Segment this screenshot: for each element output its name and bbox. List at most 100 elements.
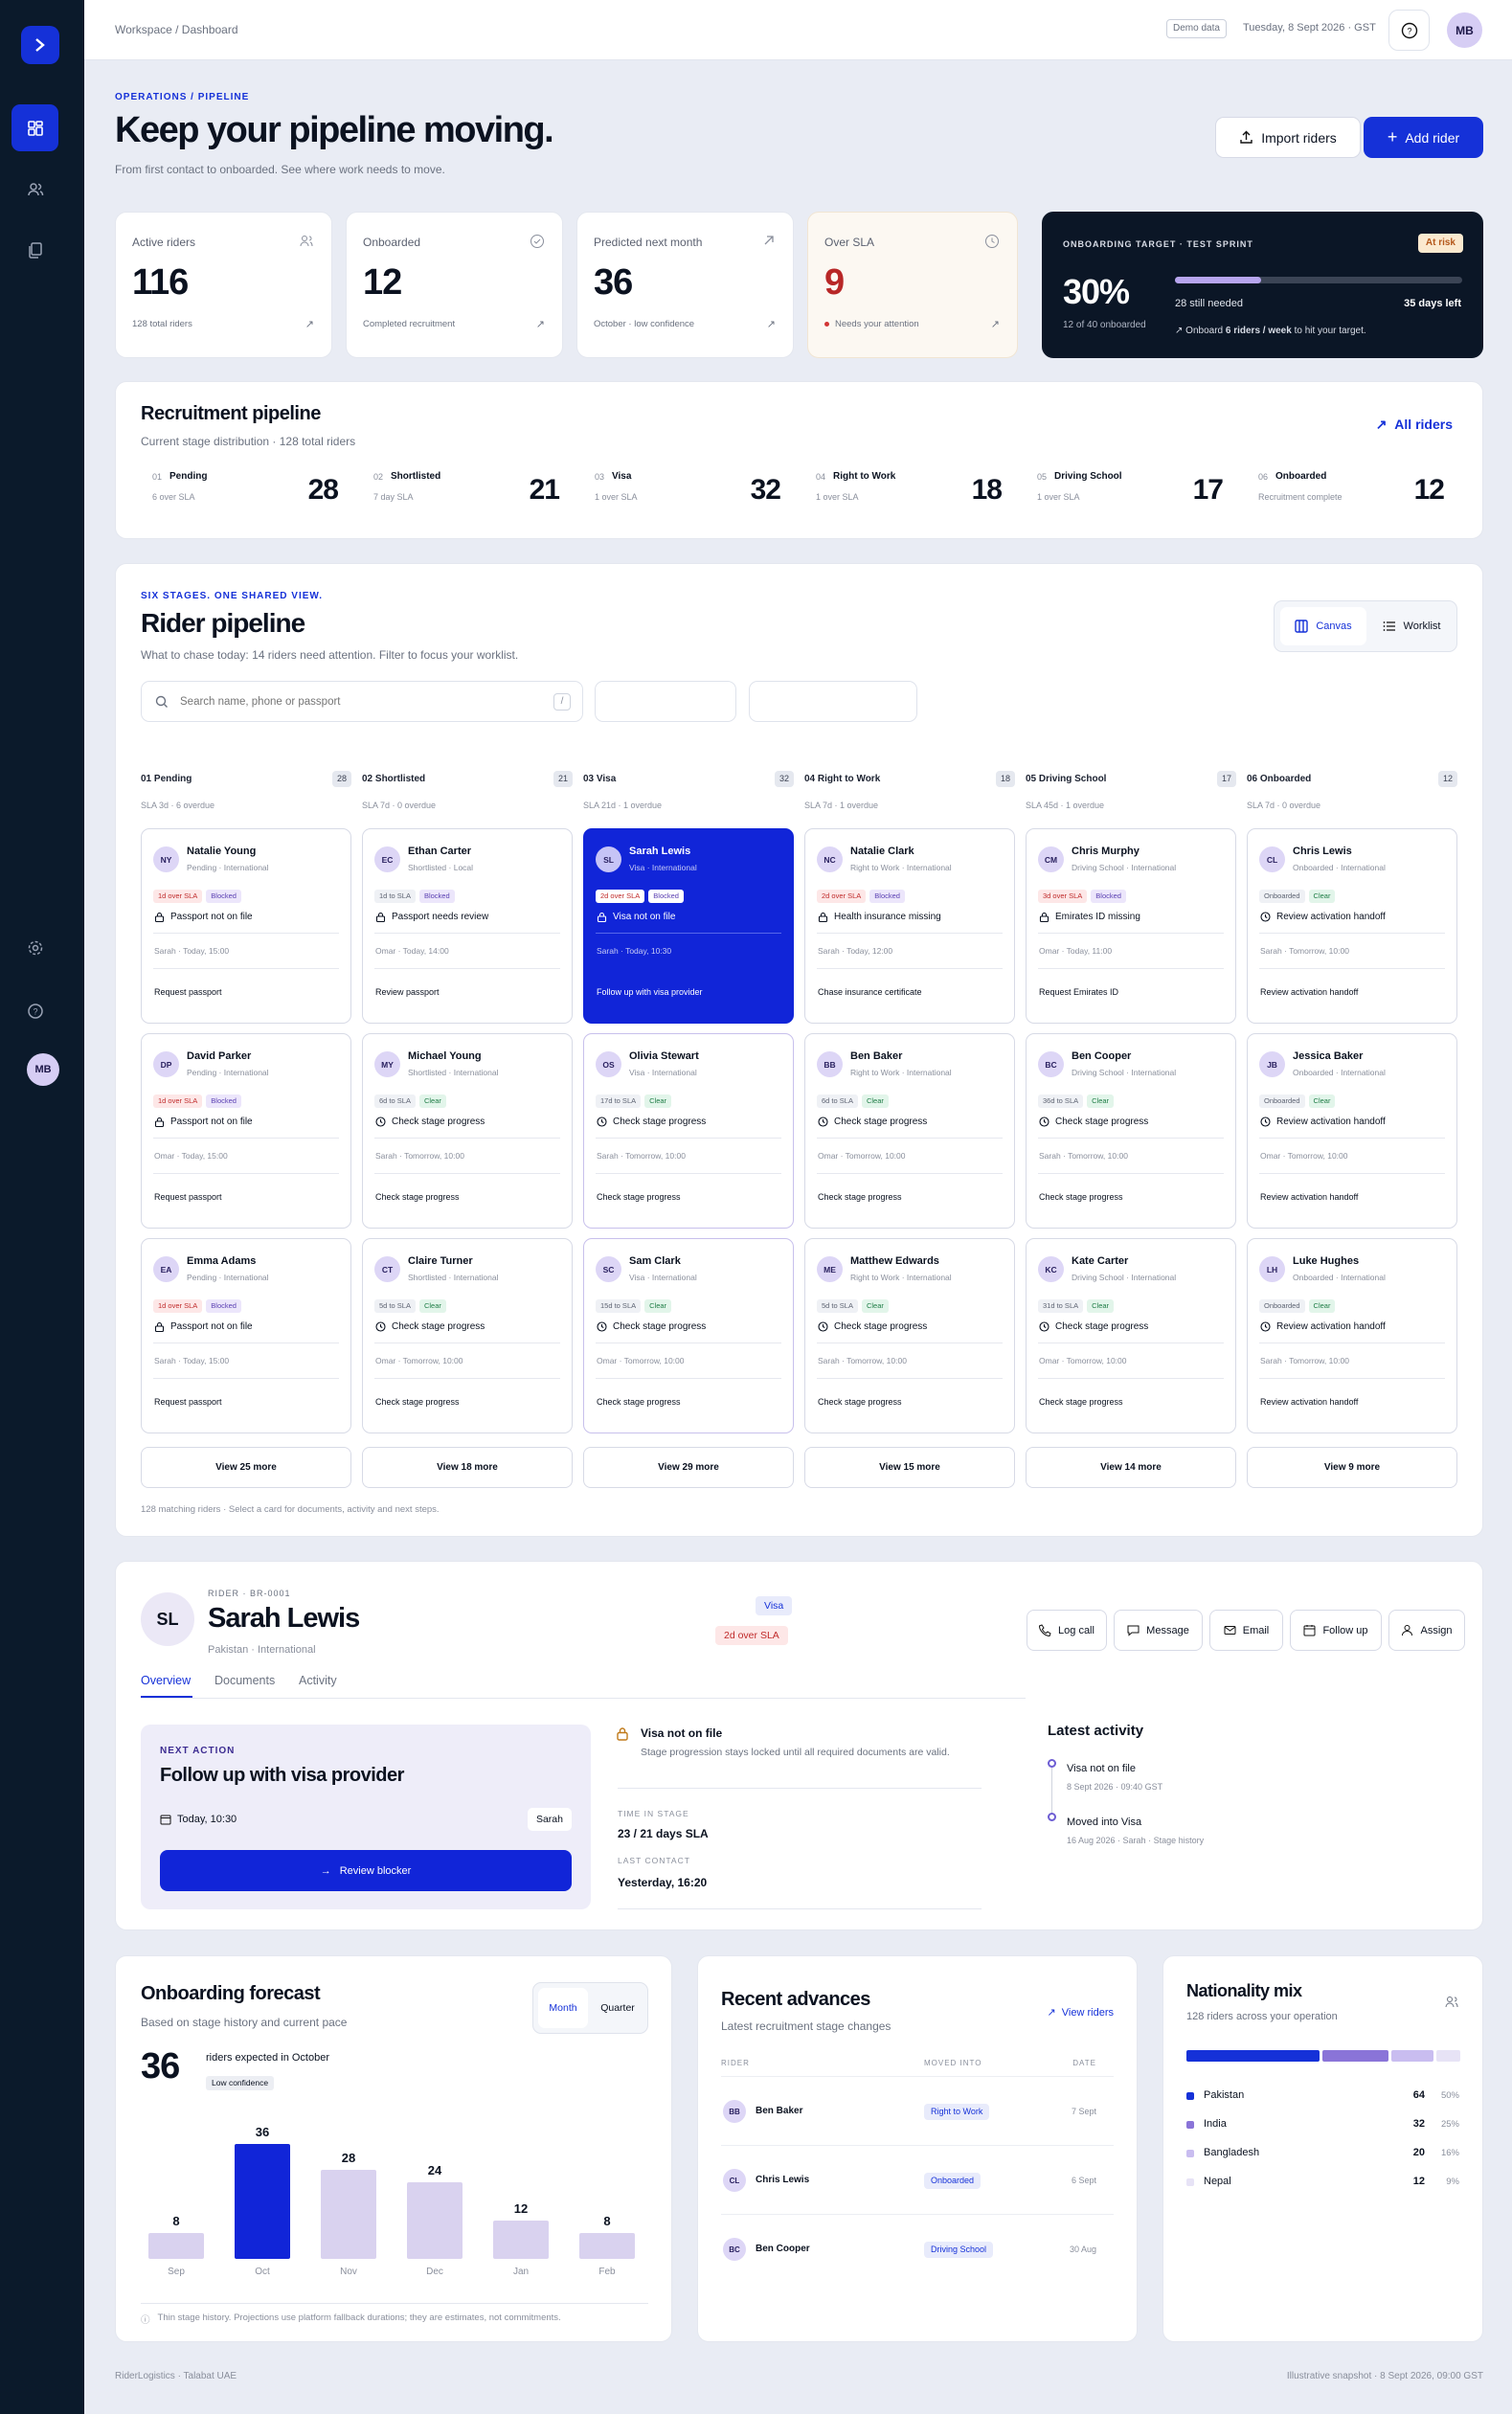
stage-summary-right-to-work[interactable]: 04 Right to Work 1 over SLA 18 [804,466,1015,514]
view-more-button[interactable]: View 14 more [1026,1447,1236,1488]
advance-row[interactable]: CL Chris Lewis Onboarded 6 Sept [721,2145,1114,2214]
onboarding-target-card[interactable]: ONBOARDING TARGET · TEST SPRINT At risk … [1042,212,1483,358]
arrow-up-right-icon[interactable]: ↗ [305,318,314,330]
quarter-toggle[interactable]: Quarter [593,1988,643,2028]
forecast-bar[interactable] [493,2221,549,2259]
forecast-bar[interactable] [321,2170,376,2259]
owner-filter-select[interactable] [749,681,917,722]
sidebar-item-settings[interactable] [11,924,58,971]
stat-active-riders[interactable]: Active riders 116 128 total riders ↗ [115,212,332,358]
user-avatar[interactable]: MB [1447,12,1482,48]
rider-card[interactable]: BC Ben Cooper Driving School · Internation… [1026,1033,1236,1229]
arrow-up-right-icon[interactable]: ↗ [991,318,1000,330]
arrow-up-right-icon[interactable]: ↗ [767,318,776,330]
rider-meta: Visa · International [629,863,697,872]
rider-card[interactable]: SL Sarah Lewis Visa · International 2d over… [583,828,794,1024]
rider-card[interactable]: CL Chris Lewis Onboarded · International On… [1247,828,1457,1024]
plus-icon: + [1387,127,1398,147]
rider-card[interactable]: NY Natalie Young Pending · International 1d… [141,828,351,1024]
activity-title: Visa not on file [1067,1763,1136,1774]
email-button[interactable]: Email [1209,1610,1283,1651]
sidebar-item-riders[interactable] [11,166,58,213]
canvas-view-button[interactable]: Canvas [1280,607,1366,645]
stage-summary-driving-school[interactable]: 05 Driving School 1 over SLA 17 [1026,466,1236,514]
divider [153,1173,339,1174]
last-contact-label: LAST CONTACT [618,1856,690,1865]
review-blocker-button[interactable]: → Review blocker [160,1850,572,1891]
rider-card[interactable]: LH Luke Hughes Onboarded · International On… [1247,1238,1457,1433]
rider-card[interactable]: ME Matthew Edwards Right to Work · Interna… [804,1238,1015,1433]
forecast-bar-label: 28 [341,2151,356,2165]
next-action-owner[interactable]: Sarah [527,1808,572,1831]
clock-icon [1260,912,1271,922]
calendar-icon [160,1815,171,1825]
stat-predicted[interactable]: Predicted next month 36 October · low co… [576,212,794,358]
timeline-dot [1048,1759,1056,1768]
forecast-bar[interactable] [579,2233,635,2259]
tab-documents[interactable]: Documents [214,1674,275,1687]
search-input[interactable] [180,691,544,712]
view-more-button[interactable]: View 29 more [583,1447,794,1488]
rider-card[interactable]: OS Olivia Stewart Visa · International 17d … [583,1033,794,1229]
view-more-button[interactable]: View 18 more [362,1447,573,1488]
nationality-segment[interactable] [1186,2050,1320,2062]
rider-card[interactable]: SC Sam Clark Visa · International 15d to SL… [583,1238,794,1433]
worklist-view-button[interactable]: Worklist [1370,607,1453,645]
rider-next-step: Check stage progress [1039,1397,1123,1407]
rider-card[interactable]: CT Claire Turner Shortlisted · Internation… [362,1238,573,1433]
rider-card[interactable]: JB Jessica Baker Onboarded · International… [1247,1033,1457,1229]
view-more-button[interactable]: View 15 more [804,1447,1015,1488]
rider-name: Ben Baker [850,1050,903,1062]
rider-card[interactable]: MY Michael Young Shortlisted · Internation… [362,1033,573,1229]
forecast-bar[interactable] [148,2233,204,2259]
follow-up-button[interactable]: Follow up [1290,1610,1382,1651]
all-riders-link[interactable]: ↗ All riders [1376,417,1453,433]
lock-icon [154,1117,165,1127]
nationality-segment[interactable] [1436,2050,1460,2062]
nationality-segment[interactable] [1321,2050,1388,2062]
tab-activity[interactable]: Activity [299,1674,337,1687]
view-riders-link[interactable]: ↗ View riders [1047,2006,1114,2019]
assign-button[interactable]: Assign [1388,1610,1465,1651]
rider-card[interactable]: KC Kate Carter Driving School · Internatio… [1026,1238,1236,1433]
rider-meta: Pending · International [187,1068,269,1077]
nationality-segment[interactable] [1390,2050,1434,2062]
import-riders-button[interactable]: Import riders [1215,117,1361,158]
help-button[interactable]: ? [1388,10,1430,51]
stage-summary-onboarded[interactable]: 06 Onboarded Recruitment complete 12 [1247,466,1457,514]
view-more-button[interactable]: View 9 more [1247,1447,1457,1488]
month-toggle[interactable]: Month [538,1988,588,2028]
user-avatar[interactable]: MB [27,1053,59,1086]
stage-filter-select[interactable] [595,681,736,722]
rider-card[interactable]: EA Emma Adams Pending · International 1d ov… [141,1238,351,1433]
stage-summary-pending[interactable]: 01 Pending 6 over SLA 28 [141,466,351,514]
rider-card[interactable]: DP David Parker Pending · International 1d … [141,1033,351,1229]
breadcrumb[interactable]: Workspace / Dashboard [115,23,238,36]
log-call-label: Log call [1058,1624,1095,1636]
rider-card[interactable]: CM Chris Murphy Driving School · Internati… [1026,828,1236,1024]
stage-summary-shortlisted[interactable]: 02 Shortlisted 7 day SLA 21 [362,466,573,514]
sidebar-item-documents[interactable] [11,226,58,273]
sidebar-item-help[interactable]: ? [11,987,58,1034]
legend-swatch [1186,2178,1194,2186]
log-call-button[interactable]: Log call [1027,1610,1107,1651]
advance-row[interactable]: BB Ben Baker Right to Work 7 Sept [721,2076,1114,2145]
message-button[interactable]: Message [1114,1610,1203,1651]
advance-row[interactable]: BC Ben Cooper Driving School 30 Aug [721,2214,1114,2283]
forecast-bar[interactable] [407,2182,463,2259]
view-more-button[interactable]: View 25 more [141,1447,351,1488]
rider-card[interactable]: NC Natalie Clark Right to Work · Internati… [804,828,1015,1024]
sidebar-item-dashboard[interactable] [11,104,58,151]
stage-count: 21 [529,474,560,506]
search-field[interactable]: / [141,681,583,722]
forecast-bar[interactable] [235,2144,290,2259]
rider-card[interactable]: BB Ben Baker Right to Work · International… [804,1033,1015,1229]
stat-onboarded[interactable]: Onboarded 12 Completed recruitment ↗ [346,212,563,358]
stage-summary-visa[interactable]: 03 Visa 1 over SLA 32 [583,466,794,514]
arrow-up-right-icon[interactable]: ↗ [536,318,545,330]
rider-card[interactable]: EC Ethan Carter Shortlisted · Local 1d to S… [362,828,573,1024]
app-logo[interactable] [21,26,59,64]
add-rider-button[interactable]: + Add rider [1364,117,1483,158]
tab-overview[interactable]: Overview [141,1674,191,1687]
stat-over-sla[interactable]: Over SLA 9 Needs your attention ↗ [807,212,1018,358]
